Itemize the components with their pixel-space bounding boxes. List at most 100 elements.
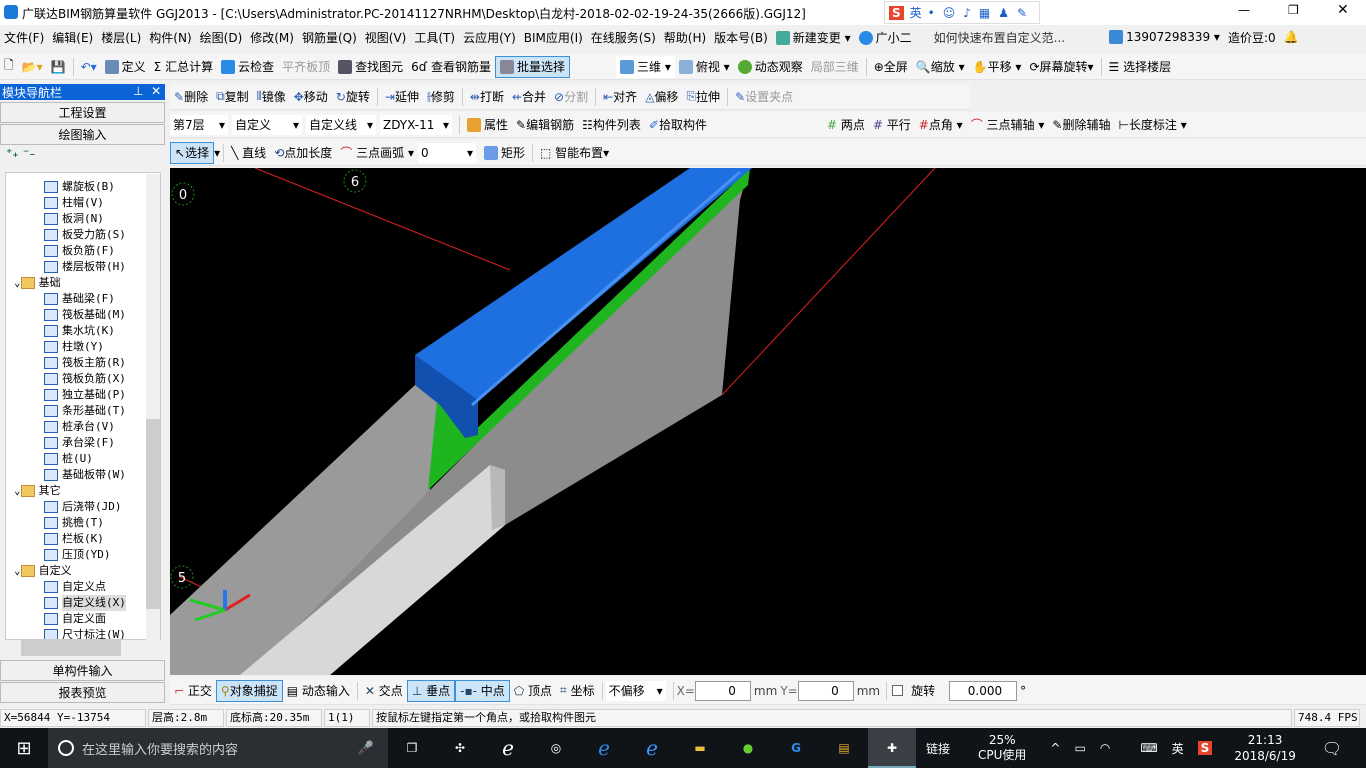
batch-select-button[interactable]: 批量选择 (494, 55, 570, 78)
undo-button[interactable]: ↶▾ (77, 56, 101, 78)
tree-item[interactable]: 承台梁(F) (6, 435, 160, 451)
intersection-snap-button[interactable]: ✕ 交点 (361, 680, 407, 702)
tree-group[interactable]: ⌄ 其它 (6, 483, 160, 499)
extend-button[interactable]: ⇥ 延伸 (381, 86, 423, 108)
link-toolbar[interactable]: 链接 (926, 740, 950, 757)
offset-button[interactable]: ◬ 偏移 (641, 86, 682, 108)
offset-select[interactable]: 不偏移 ▾ (605, 680, 666, 701)
edge-icon[interactable]: ℯ (580, 736, 628, 760)
move-button[interactable]: ✥ 移动 (290, 86, 332, 108)
3d-viewport[interactable]: 0 6 5 (170, 168, 1366, 675)
keyboard-icon[interactable]: ⌨ (1140, 741, 1157, 755)
pan-button[interactable]: ✋ 平移 ▾ (969, 56, 1026, 78)
tree-item[interactable]: 自定义面 (6, 611, 160, 627)
single-input-button[interactable]: 单构件输入 (0, 660, 165, 681)
chevron-down-icon[interactable]: ⌄ (14, 275, 21, 291)
bell-icon[interactable]: 🔔 (1284, 30, 1299, 44)
task-view-icon[interactable]: ❐ (388, 741, 436, 755)
arc-value-select[interactable]: 0 ▾ (417, 142, 476, 163)
rotate-input[interactable]: 0.000 (949, 680, 1018, 701)
app-spiral-icon[interactable]: ◎ (532, 741, 580, 755)
view-rebar-button[interactable]: 6ɗ 查看钢筋量 (407, 56, 495, 78)
3d-scene[interactable]: 0 6 5 (170, 168, 1366, 675)
pick-component-button[interactable]: ✐ 拾取构件 (645, 114, 711, 136)
new-change-button[interactable]: 新建变更 ▾ (775, 29, 851, 46)
vertex-snap-button[interactable]: ⬠ 顶点 (510, 680, 556, 702)
define-button[interactable]: 定义 (101, 56, 150, 78)
tree-vscrollbar[interactable] (146, 174, 160, 640)
menu-modify[interactable]: 修改(M) (250, 29, 294, 46)
tree-item[interactable]: 楼层板带(H) (6, 259, 160, 275)
stretch-button[interactable]: ⎘ 拉伸 (682, 86, 724, 108)
3d-view-button[interactable]: 三维 ▾ (615, 55, 675, 78)
delete-button[interactable]: ✎ 删除 (170, 86, 212, 108)
tree-item[interactable]: 筏板主筋(R) (6, 355, 160, 371)
help-link[interactable]: 如何快速布置自定义范... (934, 29, 1065, 46)
glodon-g-icon[interactable]: G (772, 741, 820, 755)
delete-axis-button[interactable]: ✎ 删除辅轴 (1048, 114, 1114, 136)
ime-indicator[interactable]: 英 (1172, 740, 1184, 757)
menu-draw[interactable]: 绘图(D) (200, 29, 243, 46)
tree-item[interactable]: 后浇带(JD) (6, 499, 160, 515)
zoom-button[interactable]: 🔍 缩放 ▾ (912, 56, 969, 78)
ie-icon[interactable]: ℯ (484, 736, 532, 760)
select-button[interactable]: ↖ 选择 (170, 141, 215, 164)
sogou-tray-icon[interactable]: S (1197, 741, 1213, 755)
x-offset-input[interactable]: 0 (694, 680, 751, 701)
break-button[interactable]: ⇹ 打断 (466, 86, 508, 108)
smart-layout-button[interactable]: ⬚ 智能布置 ▾ (536, 142, 613, 164)
drawing-input-button[interactable]: 绘图输入 (0, 124, 165, 145)
start-button[interactable]: ⊞ (0, 738, 48, 759)
summary-calc-button[interactable]: Σ 汇总计算 (150, 56, 217, 78)
tree-item[interactable]: 筏板基础(M) (6, 307, 160, 323)
tree-group[interactable]: ⌄ 基础 (6, 275, 160, 291)
two-point-axis-button[interactable]: # 两点 (823, 114, 869, 136)
chevron-down-icon[interactable]: ⌄ (14, 483, 21, 499)
type-select[interactable]: 自定义 ▾ (232, 114, 302, 135)
rotate-button[interactable]: ↻ 旋转 (332, 86, 374, 108)
tree-group[interactable]: ⌄ 自定义 (6, 563, 160, 579)
new-file-button[interactable]: 🗋 (0, 56, 18, 78)
coordinate-snap-button[interactable]: ⌗ 坐标 (556, 680, 599, 702)
tree-item[interactable]: 桩承台(V) (6, 419, 160, 435)
set-grip-button[interactable]: ✎ 设置夹点 (731, 86, 797, 108)
tree-item[interactable]: 板洞(N) (6, 211, 160, 227)
menu-rebar[interactable]: 钢筋量(Q) (302, 29, 357, 46)
properties-button[interactable]: 属性 (463, 114, 512, 136)
report-preview-button[interactable]: 报表预览 (0, 682, 165, 703)
open-file-button[interactable]: 📂▾ (18, 56, 47, 78)
trim-button[interactable]: ⫲ 修剪 (423, 86, 459, 108)
project-settings-button[interactable]: 工程设置 (0, 102, 165, 123)
tree-item[interactable]: 柱帽(V) (6, 195, 160, 211)
length-dimension-button[interactable]: ⊢ 长度标注 ▾ (1114, 114, 1190, 136)
menu-cloud[interactable]: 云应用(Y) (463, 29, 516, 46)
tree-item[interactable]: 自定义线(X) (6, 595, 160, 611)
menu-online[interactable]: 在线服务(S) (591, 29, 656, 46)
tree-item[interactable]: 独立基础(P) (6, 387, 160, 403)
tree-item[interactable]: 桩(U) (6, 451, 160, 467)
three-point-arc-button[interactable]: ⌒ 三点画弧 ▾ (336, 142, 418, 164)
app-pinwheel-icon[interactable]: ✣ (436, 741, 484, 755)
notification-icon[interactable]: 🗨 (1322, 739, 1342, 758)
tree-item[interactable]: 基础梁(F) (6, 291, 160, 307)
ggj-app-icon[interactable]: ✚ (868, 728, 916, 768)
tree-item[interactable]: 尺寸标注(W) (6, 627, 160, 639)
rotate-checkbox[interactable] (892, 685, 904, 696)
floor-select[interactable]: 第7层 ▾ (170, 114, 228, 135)
menu-view[interactable]: 视图(V) (365, 29, 407, 46)
menu-component[interactable]: 构件(N) (149, 29, 191, 46)
minimize-button[interactable]: — (1238, 3, 1250, 17)
point-length-button[interactable]: ⟲ 点加长度 (270, 142, 336, 164)
find-element-button[interactable]: 查找图元 (334, 56, 407, 78)
select-floor-button[interactable]: ☰ 选择楼层 (1105, 56, 1176, 78)
tree-item[interactable]: 自定义点 (6, 579, 160, 595)
cloud-check-button[interactable]: 云检查 (217, 56, 278, 78)
battery-icon[interactable]: ▭ (1074, 741, 1085, 755)
menu-file[interactable]: 文件(F) (4, 29, 44, 46)
user-account[interactable]: 13907298339 ▾ (1109, 30, 1220, 45)
wifi-icon[interactable]: ◠ (1100, 741, 1110, 755)
chevron-down-icon[interactable]: ⌄ (14, 563, 21, 579)
menu-bim[interactable]: BIM应用(I) (524, 29, 583, 46)
menu-help[interactable]: 帮助(H) (664, 29, 706, 46)
dynamic-input-button[interactable]: ▤ 动态输入 (283, 680, 354, 702)
